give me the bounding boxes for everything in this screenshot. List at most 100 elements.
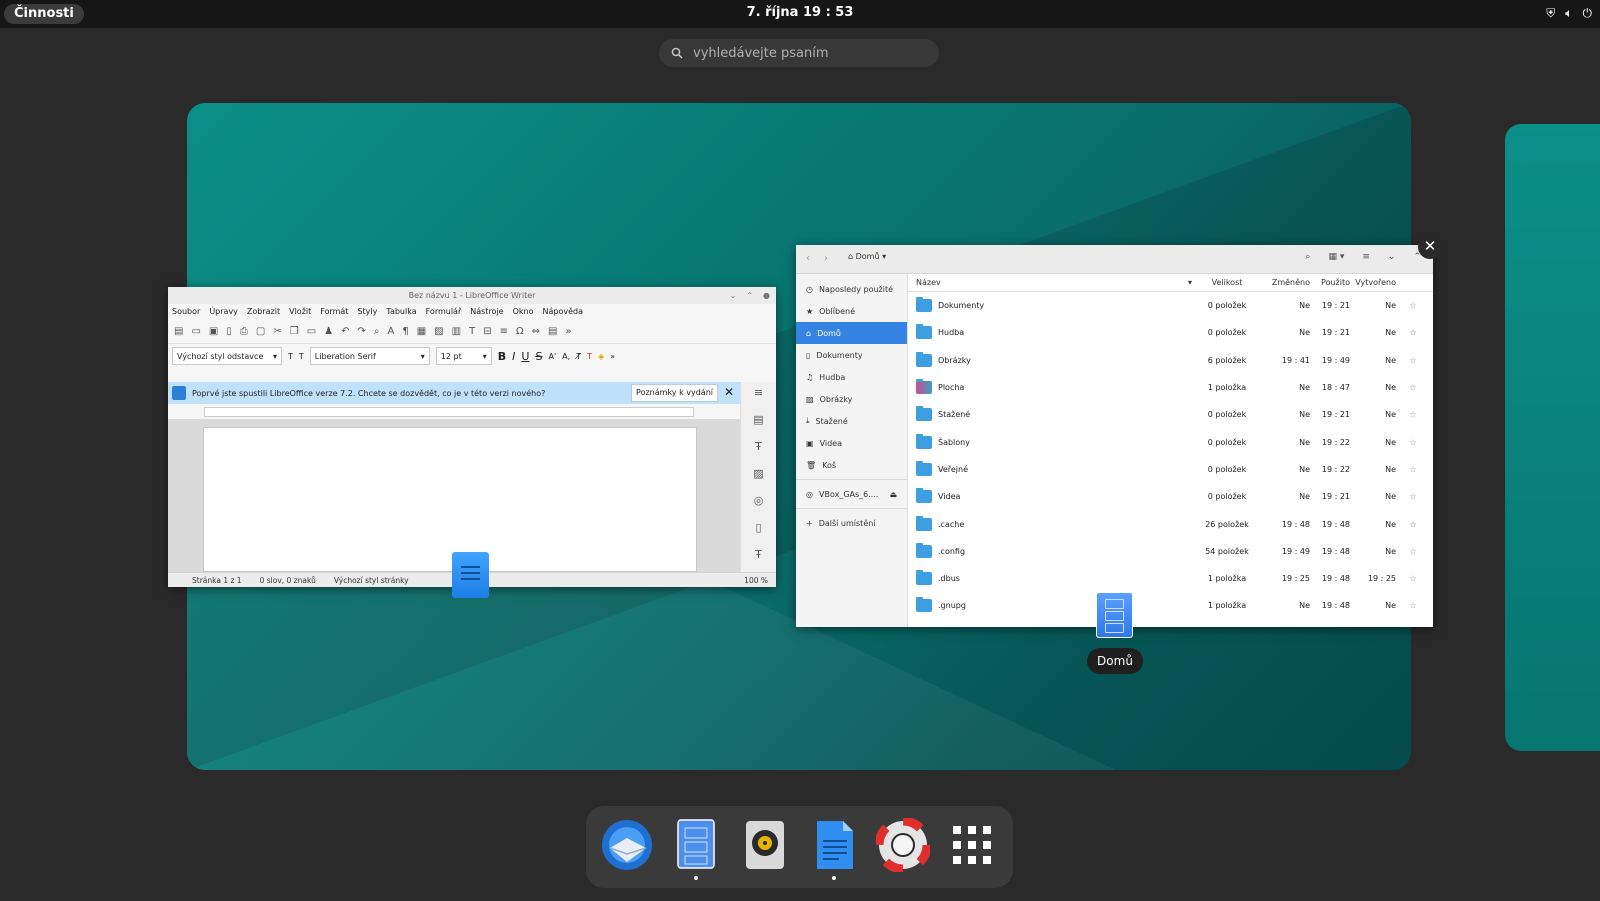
back-icon[interactable]: ‹ [806, 253, 810, 264]
ruler[interactable] [204, 407, 694, 417]
star-icon[interactable]: ☆ [1396, 410, 1430, 419]
page-count[interactable]: Stránka 1 z 1 [192, 576, 242, 585]
file-row[interactable]: .dbus 1 položka 19 : 25 19 : 48 19 : 25 ☆ [908, 565, 1433, 592]
file-row[interactable]: Veřejné 0 položek Ne 19 : 22 Ne ☆ [908, 456, 1433, 483]
star-icon[interactable]: ☆ [1396, 601, 1430, 610]
menu-format[interactable]: Formát [320, 304, 348, 320]
view-toggle-icon[interactable]: ▦ ▾ [1328, 252, 1344, 262]
font-name-select[interactable]: Liberation Serif ▾ [309, 347, 430, 365]
volume-icon[interactable]: 🔈︎ [1565, 6, 1572, 21]
print-preview-icon[interactable]: ▢ [256, 326, 265, 337]
redo-icon[interactable]: ↷ [358, 326, 366, 337]
subscript-icon[interactable]: A, [562, 352, 570, 361]
writer-titlebar[interactable]: Bez názvu 1 - LibreOffice Writer ⌄ ⌃ ● [168, 287, 776, 304]
column-modified[interactable]: Změněno [1256, 278, 1310, 287]
release-notes-button[interactable]: Poznámky k vydání [631, 384, 718, 402]
forward-icon[interactable]: › [824, 253, 828, 264]
file-row[interactable]: Dokumenty 0 položek Ne 19 : 21 Ne ☆ [908, 292, 1433, 319]
star-icon[interactable]: ☆ [1396, 492, 1430, 501]
search-input[interactable] [693, 45, 913, 61]
menu-zobrazit[interactable]: Zobrazit [247, 304, 280, 320]
star-icon[interactable]: ☆ [1396, 301, 1430, 310]
star-icon[interactable]: ☆ [1396, 356, 1430, 365]
menu-vlozit[interactable]: Vložit [289, 304, 311, 320]
writer-icon[interactable] [807, 818, 861, 880]
strikethrough-icon[interactable]: S [535, 350, 542, 363]
page-icon[interactable]: ▯ [755, 521, 761, 534]
textbox-icon[interactable]: T [469, 326, 475, 337]
file-row[interactable]: Plocha 1 položka Ne 18 : 47 Ne ☆ [908, 374, 1433, 401]
column-name[interactable]: Název ▾ [908, 278, 1198, 287]
new-style-icon[interactable]: T [299, 352, 304, 361]
file-row[interactable]: Hudba 0 položek Ne 19 : 21 Ne ☆ [908, 319, 1433, 346]
star-icon[interactable]: ☆ [1396, 547, 1430, 556]
file-row[interactable]: .gnupg 1 položka Ne 19 : 48 Ne ☆ [908, 592, 1433, 619]
highlight-icon[interactable]: ◈ [598, 352, 604, 361]
style-inspector-icon[interactable]: Ŧ [755, 548, 762, 561]
copy-icon[interactable]: ❐ [290, 326, 299, 337]
word-count[interactable]: 0 slov, 0 znaků [260, 576, 316, 585]
field-icon[interactable]: ≡ [500, 326, 508, 337]
sidebar-item-vbox-disc[interactable]: ◎ VBox_GAs_6.... ⏏ [796, 483, 907, 505]
menu-styly[interactable]: Styly [357, 304, 377, 320]
spelling-icon[interactable]: A [388, 326, 395, 337]
find-icon[interactable]: ⌕ [374, 326, 380, 337]
file-row[interactable]: Videa 0 položek Ne 19 : 21 Ne ☆ [908, 483, 1433, 510]
files-icon[interactable] [669, 818, 723, 880]
thunderbird-icon[interactable] [600, 818, 654, 872]
bold-icon[interactable]: B [498, 350, 506, 363]
navigator-icon[interactable]: ◎ [754, 494, 764, 507]
italic-icon[interactable]: I [512, 350, 515, 363]
properties-icon[interactable]: ▤ [753, 413, 763, 426]
power-icon[interactable]: ⏻ [1583, 6, 1593, 21]
column-used[interactable]: Použito [1310, 278, 1350, 287]
file-row[interactable]: Stažené 0 položek Ne 19 : 21 Ne ☆ [908, 401, 1433, 428]
close-window-icon[interactable]: ✕ [1418, 235, 1442, 259]
clock[interactable]: 7. října 19 : 53 [700, 5, 900, 20]
system-tray[interactable]: ⛨ 🔈︎ ⏻ [1546, 6, 1592, 21]
more-icon[interactable]: » [610, 352, 615, 361]
shield-icon[interactable]: ⛨ [1546, 6, 1555, 21]
cut-icon[interactable]: ✂ [273, 326, 281, 337]
sidebar-item-pictures[interactable]: ▨ Obrázky [796, 388, 907, 410]
table-icon[interactable]: ▦ [417, 326, 426, 337]
undo-icon[interactable]: ↶ [341, 326, 349, 337]
print-icon[interactable]: ⎙ [240, 326, 248, 337]
menu-okno[interactable]: Okno [513, 304, 534, 320]
column-size[interactable]: Velikost [1198, 278, 1256, 287]
menu-formular[interactable]: Formulář [426, 304, 462, 320]
activities-button[interactable]: Činnosti [4, 4, 84, 24]
menu-upravy[interactable]: Úpravy [209, 304, 238, 320]
sidebar-item-other-locations[interactable]: + Další umístění [796, 512, 907, 534]
help-icon[interactable] [874, 816, 932, 874]
more-icon[interactable]: » [565, 326, 571, 337]
underline-icon[interactable]: U [521, 350, 529, 363]
new-icon[interactable]: ▤ [174, 326, 183, 337]
writer-window[interactable]: Bez názvu 1 - LibreOffice Writer ⌄ ⌃ ● Sou… [168, 287, 776, 587]
page-style[interactable]: Výchozí styl stránky [334, 576, 409, 585]
star-icon[interactable]: ☆ [1396, 574, 1430, 583]
sidebar-item-videos[interactable]: ▣ Videa [796, 432, 907, 454]
open-icon[interactable]: ▭ [191, 326, 200, 337]
paragraph-style-select[interactable]: Výchozí styl odstavce ▾ [172, 347, 282, 365]
zoom-level[interactable]: 100 % [744, 576, 768, 585]
font-size-select[interactable]: 12 pt ▾ [435, 347, 492, 365]
star-icon[interactable]: ☆ [1396, 520, 1430, 529]
file-row[interactable]: .config 54 položek 19 : 49 19 : 48 Ne ☆ [908, 538, 1433, 565]
files-window[interactable]: ‹ › ⌂ Domů ▾ ⌕ ▦ ▾ ≡ ⌄ ⌃ ◷ Naposledy použi… [796, 245, 1433, 627]
maximize-icon[interactable]: ⌃ [746, 287, 753, 304]
sidebar-item-music[interactable]: ♫ Hudba [796, 366, 907, 388]
update-style-icon[interactable]: T [288, 352, 293, 361]
minimize-icon[interactable]: ⌄ [1388, 252, 1396, 262]
special-char-icon[interactable]: Ω [516, 326, 524, 337]
eject-icon[interactable]: ⏏ [889, 490, 897, 499]
sidebar-item-starred[interactable]: ★ Oblíbené [796, 300, 907, 322]
menu-nastroje[interactable]: Nástroje [470, 304, 503, 320]
star-icon[interactable]: ☆ [1396, 438, 1430, 447]
search-icon[interactable]: ⌕ [1305, 252, 1310, 262]
rhythmbox-icon[interactable] [738, 818, 792, 872]
path-bar[interactable]: ⌂ Domů ▾ [848, 252, 886, 261]
search-bar[interactable] [659, 39, 939, 67]
star-icon[interactable]: ☆ [1396, 328, 1430, 337]
column-created[interactable]: Vytvořeno [1350, 278, 1396, 287]
